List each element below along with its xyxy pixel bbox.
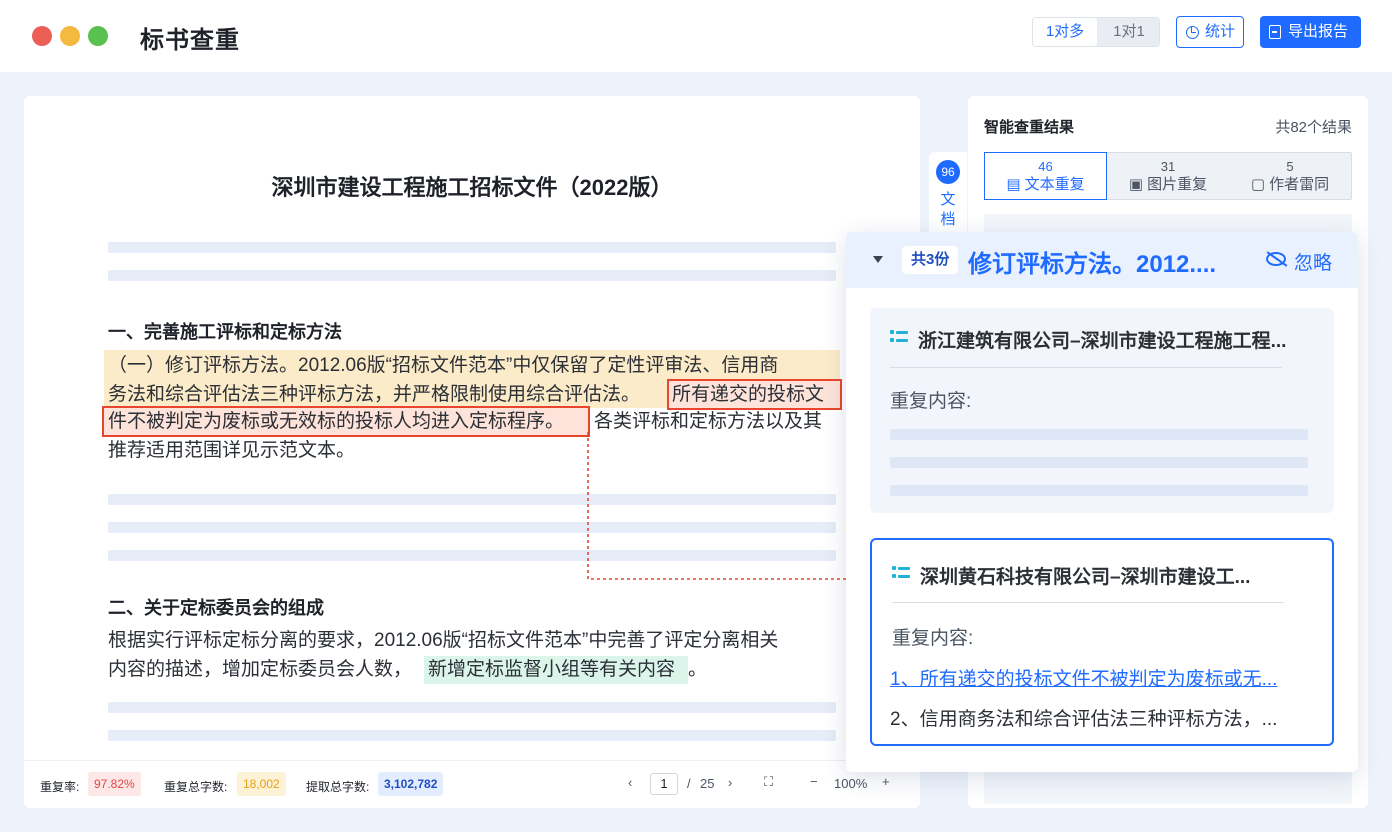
section-heading: 二、关于定标委员会的组成 xyxy=(108,598,324,618)
paragraph-line: 务法和综合评估法三种评标方法，并严格限制使用综合评估法。 xyxy=(108,384,641,405)
extract-chars-value: 3,102,782 xyxy=(378,772,444,796)
source-count-badge: 共3份 xyxy=(902,246,959,274)
export-report-button[interactable]: 导出报告 xyxy=(1260,16,1361,48)
paragraph-line-highlighted[interactable]: 所有递交的投标文 xyxy=(672,380,824,409)
page-separator: / xyxy=(687,776,691,791)
results-heading: 智能查重结果 xyxy=(984,119,1075,136)
tab-label: 文本重复 xyxy=(1024,176,1085,193)
stats-button-label: 统计 xyxy=(1205,23,1236,40)
text-placeholder-line xyxy=(890,485,1308,496)
next-page-icon[interactable]: › xyxy=(728,775,732,790)
text-placeholder-line xyxy=(108,270,836,281)
paragraph-line: 内容的描述，增加定标委员会人数， xyxy=(108,659,413,680)
dup-chars-value: 18,002 xyxy=(237,772,286,796)
paragraph-line-highlighted[interactable]: 新增定标监督小组等有关内容 xyxy=(428,655,675,684)
author-icon: ▢ xyxy=(1250,176,1270,193)
ignore-label: 忽略 xyxy=(1294,253,1333,274)
mode-one-to-one-button[interactable]: 1对1 xyxy=(1097,18,1161,46)
dup-rate-value: 97.82% xyxy=(88,772,141,796)
paragraph-line: 。 xyxy=(688,659,708,680)
source-card-title: 深圳黄石科技有限公司–深圳市建设工... xyxy=(920,567,1251,588)
source-card-selected[interactable]: 深圳黄石科技有限公司–深圳市建设工... 重复内容: 1、所有递交的投标文件不被… xyxy=(870,538,1334,746)
export-document-icon xyxy=(1269,25,1281,39)
text-placeholder-line xyxy=(890,457,1308,468)
export-button-label: 导出报告 xyxy=(1288,23,1349,40)
tab-text-duplicate[interactable]: 46 ▤ 文本重复 xyxy=(984,152,1107,200)
document-status-bar: 重复率: 97.82% 重复总字数: 18,002 提取总字数: 3,102,7… xyxy=(24,760,920,808)
tab-count: 31 xyxy=(1160,159,1176,174)
pie-chart-icon xyxy=(1186,26,1199,39)
tab-image-duplicate[interactable]: 31 ▣ 图片重复 xyxy=(1107,153,1229,199)
paragraph-line: 推荐适用范围详见示范文本。 xyxy=(108,440,356,461)
maximize-window-button[interactable] xyxy=(88,26,108,46)
text-placeholder-line xyxy=(108,494,836,505)
match-link[interactable]: 1、所有递交的投标文件不被判定为废标或无... xyxy=(890,664,1302,691)
zoom-level: 100% xyxy=(834,776,868,791)
text-placeholder-line xyxy=(108,242,836,253)
tab-author-similar[interactable]: 5 ▢ 作者雷同 xyxy=(1229,153,1351,199)
text-placeholder-line xyxy=(108,702,836,713)
paragraph-line: （一）修订评标方法。2012.06版“招标文件范本”中仅保留了定性评审法、信用商 xyxy=(108,355,779,376)
text-placeholder-line xyxy=(108,730,836,741)
list-icon xyxy=(892,566,910,582)
tab-label: 作者雷同 xyxy=(1269,176,1330,193)
mode-one-to-many-button[interactable]: 1对多 xyxy=(1033,18,1097,46)
page-number-input[interactable]: 1 xyxy=(650,773,678,795)
eye-off-icon xyxy=(1266,252,1286,266)
side-tab-badge: 96 xyxy=(936,160,960,184)
collapse-caret-icon[interactable] xyxy=(873,256,883,263)
card-divider xyxy=(892,602,1284,603)
document-viewer[interactable]: 深圳市建设工程施工招标文件（2022版） 一、完善施工评标和定标方法 （一）修订… xyxy=(24,96,920,808)
app-title: 标书查重 xyxy=(140,27,240,54)
stats-button[interactable]: 统计 xyxy=(1176,16,1244,48)
section-heading: 一、完善施工评标和定标方法 xyxy=(108,322,342,342)
paragraph-line-highlighted[interactable]: 件不被判定为废标或无效标的投标人均进入定标程序。 xyxy=(108,407,564,436)
prev-page-icon[interactable]: ‹ xyxy=(628,775,632,790)
dup-content-label: 重复内容: xyxy=(890,391,972,412)
ignore-button[interactable]: 忽略 xyxy=(1266,248,1332,275)
tab-count: 5 xyxy=(1286,159,1294,174)
popup-header: 共3份 修订评标方法。2012.... 忽略 xyxy=(846,232,1358,288)
popup-title: 修订评标方法。2012.... xyxy=(968,251,1217,278)
result-type-tabs: 46 ▤ 文本重复 31 ▣ 图片重复 5 ▢ 作者雷同 xyxy=(984,152,1352,200)
paragraph-line: 根据实行评标定标分离的要求，2012.06版“招标文件范本”中完善了评定分离相关 xyxy=(108,630,779,651)
document-title: 深圳市建设工程施工招标文件（2022版） xyxy=(271,175,673,200)
source-card[interactable]: 浙江建筑有限公司–深圳市建设工程施工程... 重复内容: xyxy=(870,308,1334,513)
list-icon xyxy=(890,330,908,346)
document-icon: ▤ xyxy=(1006,176,1025,193)
match-item[interactable]: 2、信用商务法和综合评估法三种评标方法，... xyxy=(890,704,1302,731)
fullscreen-icon[interactable]: ⛶ xyxy=(764,774,773,790)
source-card-title: 浙江建筑有限公司–深圳市建设工程施工程... xyxy=(918,331,1287,352)
dup-rate-label: 重复率: xyxy=(40,780,80,794)
duplicate-detail-popup: 共3份 修订评标方法。2012.... 忽略 浙江建筑有限公司–深圳市建设工程施… xyxy=(846,232,1358,772)
image-icon: ▣ xyxy=(1128,176,1148,193)
total-pages: 25 xyxy=(700,776,715,791)
text-placeholder-line xyxy=(108,522,836,533)
minimize-window-button[interactable] xyxy=(60,26,80,46)
paragraph-line: 各类评标和定标方法以及其 xyxy=(594,411,823,432)
card-divider xyxy=(890,367,1282,368)
text-placeholder-line xyxy=(108,550,836,561)
zoom-in-icon[interactable]: + xyxy=(882,774,890,789)
compare-mode-toggle: 1对多 1对1 xyxy=(1032,17,1160,47)
text-placeholder-line xyxy=(890,429,1308,440)
side-tab-label: 文档 xyxy=(940,191,956,228)
close-window-button[interactable] xyxy=(32,26,52,46)
dup-content-label: 重复内容: xyxy=(892,628,974,649)
zoom-out-icon[interactable]: − xyxy=(810,774,818,789)
title-bar: 标书查重 1对多 1对1 统计 导出报告 xyxy=(0,0,1392,72)
dup-chars-label: 重复总字数: xyxy=(164,780,228,794)
tab-label: 图片重复 xyxy=(1147,176,1208,193)
extract-chars-label: 提取总字数: xyxy=(306,780,370,794)
tab-count: 46 xyxy=(1038,159,1053,174)
results-count: 共82个结果 xyxy=(1275,119,1352,136)
